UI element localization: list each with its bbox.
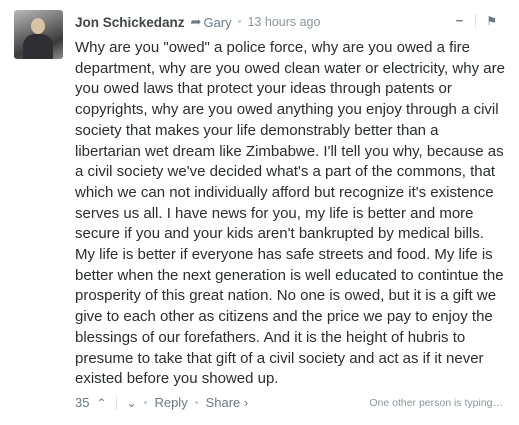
downvote-icon[interactable]: ⌄ (127, 396, 137, 410)
comment: Jon Schickedanz ➦ Gary • 13 hours ago − … (0, 0, 519, 425)
upvote-icon[interactable]: ⌃ (96, 396, 106, 410)
collapse-icon[interactable]: − (450, 13, 470, 28)
divider (115, 395, 117, 410)
typing-indicator: One other person is typing… (369, 396, 503, 409)
share-button[interactable]: Share › (206, 395, 249, 410)
header-actions: − ⚑ (450, 13, 501, 28)
vote-count: 35 (75, 395, 90, 410)
comment-footer: 35 ⌃ ⌄ • Reply • Share › One other perso… (75, 395, 505, 410)
comment-body: Why are you "owed" a police force, why a… (75, 39, 505, 388)
avatar[interactable] (14, 10, 63, 59)
separator-dot: • (143, 396, 148, 409)
parent-author-link[interactable]: Gary (203, 15, 231, 30)
separator-dot: • (194, 396, 199, 409)
avatar-head (31, 18, 45, 34)
reply-button[interactable]: Reply (154, 395, 187, 410)
divider (475, 13, 477, 28)
avatar-body (23, 34, 53, 59)
comment-header: Jon Schickedanz ➦ Gary • 13 hours ago − … (75, 13, 505, 31)
separator-dot: • (237, 16, 242, 28)
flag-icon[interactable]: ⚑ (482, 14, 501, 28)
author-name[interactable]: Jon Schickedanz (75, 15, 185, 30)
reply-arrow-icon: ➦ (190, 14, 202, 29)
timestamp-link[interactable]: 13 hours ago (247, 15, 320, 29)
comment-content: Jon Schickedanz ➦ Gary • 13 hours ago − … (75, 13, 505, 390)
